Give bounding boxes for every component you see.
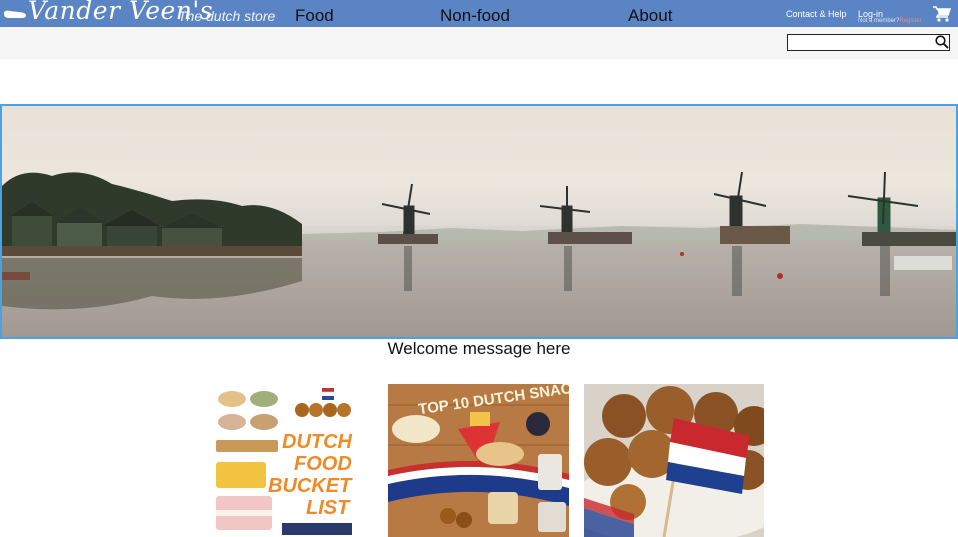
windmills-river-photo xyxy=(2,106,956,337)
top-10-dutch-snacks: TOP 10 DUTCH SNACKS xyxy=(388,384,569,537)
shopping-cart-icon[interactable] xyxy=(933,6,951,22)
tagline: The dutch store xyxy=(178,8,276,24)
svg-text:LIST: LIST xyxy=(306,497,351,519)
search-icon[interactable] xyxy=(934,34,950,50)
welcome-message: Welcome message here xyxy=(387,339,571,358)
svg-text:BUCKET: BUCKET xyxy=(268,475,353,497)
nav-item-about[interactable]: About xyxy=(628,6,672,26)
search-input[interactable] xyxy=(787,34,950,51)
register-prompt: Not a member?Register xyxy=(858,18,922,24)
card-top-10-dutch-snacks[interactable]: TOP 10 DUTCH SNACKS xyxy=(388,384,569,537)
hero-banner xyxy=(0,104,958,339)
contact-help-link[interactable]: Contact & Help xyxy=(786,9,847,19)
nav-item-food[interactable]: Food xyxy=(295,6,334,26)
nav-item-non-food[interactable]: Non-food xyxy=(440,6,510,26)
svg-text:DUTCH: DUTCH xyxy=(282,431,353,453)
not-member-text: Not a member? xyxy=(858,18,900,24)
card-bitterballen[interactable] xyxy=(584,384,764,537)
clog-icon xyxy=(4,10,26,18)
bitterballen-with-dutch-flag xyxy=(584,384,764,537)
svg-text:FOOD: FOOD xyxy=(294,453,352,475)
register-link[interactable]: Register xyxy=(899,18,921,24)
card-dutch-food-bucket-list[interactable]: DUTCH FOOD BUCKET LIST xyxy=(210,384,358,537)
dutch-food-bucket-list: DUTCH FOOD BUCKET LIST xyxy=(210,384,358,537)
